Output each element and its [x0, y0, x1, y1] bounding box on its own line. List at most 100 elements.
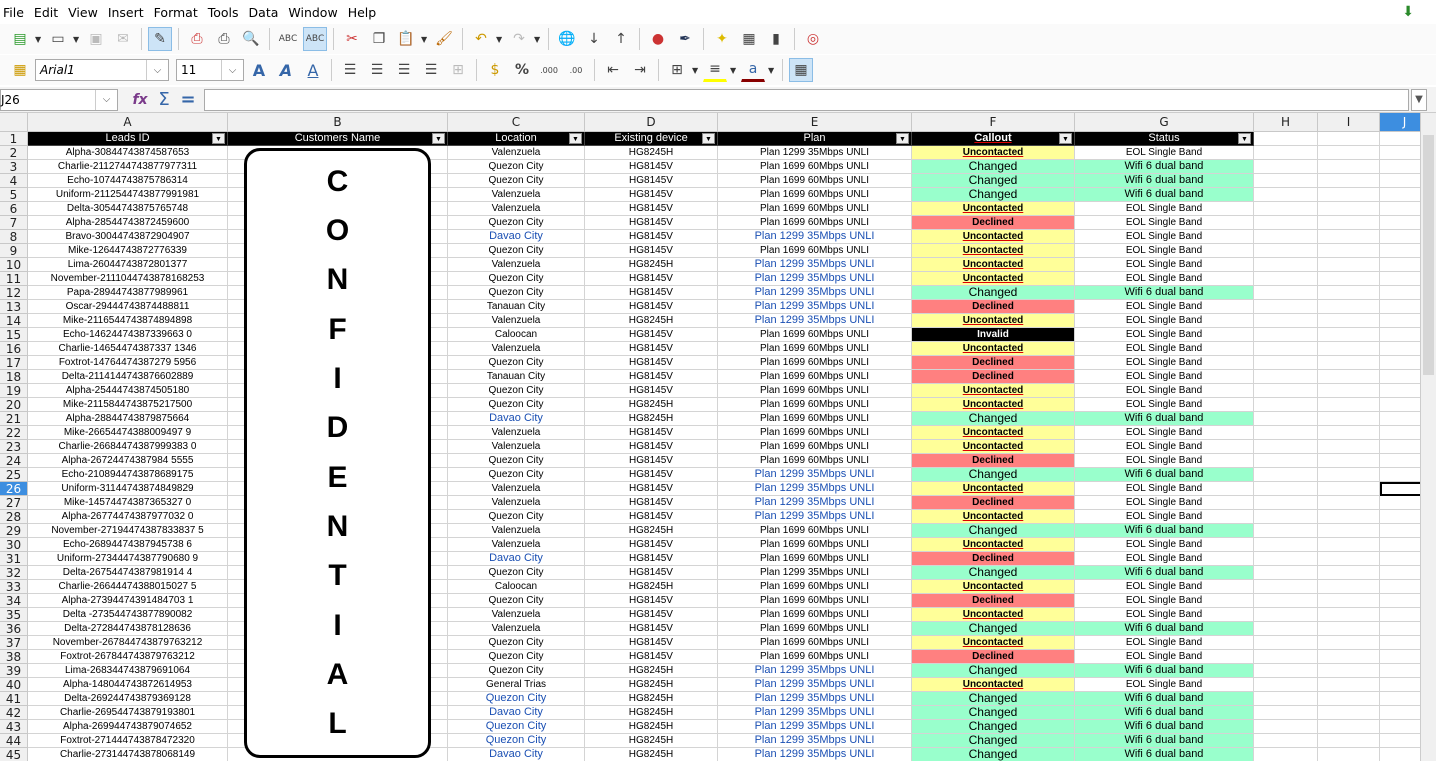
location-cell[interactable]: Quezon City: [448, 650, 585, 664]
empty-cell[interactable]: [1318, 230, 1380, 244]
expand-formula-button[interactable]: ▼: [1411, 88, 1427, 111]
status-cell[interactable]: Wifi 6 dual band: [1075, 524, 1254, 538]
status-cell[interactable]: EOL Single Band: [1075, 258, 1254, 272]
leads-id-cell[interactable]: Echo-10744743875786314: [28, 174, 228, 188]
row-header-11[interactable]: 11: [0, 272, 28, 286]
callout-cell[interactable]: Invalid: [912, 328, 1075, 342]
empty-cell[interactable]: [1254, 188, 1318, 202]
plan-cell[interactable]: Plan 1699 60Mbps UNLI: [718, 244, 912, 258]
location-cell[interactable]: Quezon City: [448, 636, 585, 650]
empty-cell[interactable]: [1254, 160, 1318, 174]
plan-cell[interactable]: Plan 1299 35Mbps UNLI: [718, 566, 912, 580]
empty-cell[interactable]: [1254, 300, 1318, 314]
plan-cell[interactable]: Plan 1299 35Mbps UNLI: [718, 692, 912, 706]
plan-cell[interactable]: Plan 1299 35Mbps UNLI: [718, 664, 912, 678]
row-header-15[interactable]: 15: [0, 328, 28, 342]
location-cell[interactable]: Davao City: [448, 552, 585, 566]
currency-icon[interactable]: $: [483, 58, 507, 82]
location-cell[interactable]: Davao City: [448, 748, 585, 761]
plan-cell[interactable]: Plan 1699 60Mbps UNLI: [718, 356, 912, 370]
menu-edit[interactable]: Edit: [29, 5, 63, 20]
device-cell[interactable]: HG8145V: [585, 538, 718, 552]
device-cell[interactable]: HG8245H: [585, 664, 718, 678]
callout-cell[interactable]: Uncontacted: [912, 678, 1075, 692]
sort-descending-icon[interactable]: ↑: [609, 27, 633, 51]
corner-select-all[interactable]: [0, 113, 28, 132]
status-cell[interactable]: EOL Single Band: [1075, 650, 1254, 664]
plan-cell[interactable]: Plan 1299 35Mbps UNLI: [718, 720, 912, 734]
plan-cell[interactable]: Plan 1299 35Mbps UNLI: [718, 678, 912, 692]
empty-cell[interactable]: [1254, 622, 1318, 636]
email-icon[interactable]: ✉: [111, 27, 135, 51]
empty-cell[interactable]: [1254, 734, 1318, 748]
empty-cell[interactable]: [1380, 272, 1420, 286]
empty-cell[interactable]: [1318, 692, 1380, 706]
empty-cell[interactable]: [1254, 132, 1318, 146]
menu-view[interactable]: View: [63, 5, 103, 20]
empty-cell[interactable]: [1254, 202, 1318, 216]
location-cell[interactable]: Tanauan City: [448, 300, 585, 314]
empty-cell[interactable]: [1380, 426, 1420, 440]
leads-id-cell[interactable]: Delta-269244743879369128: [28, 692, 228, 706]
empty-cell[interactable]: [1318, 216, 1380, 230]
row-header-7[interactable]: 7: [0, 216, 28, 230]
empty-cell[interactable]: [1380, 748, 1420, 761]
empty-cell[interactable]: [1254, 678, 1318, 692]
location-cell[interactable]: Quezon City: [448, 244, 585, 258]
plan-cell[interactable]: Plan 1299 35Mbps UNLI: [718, 272, 912, 286]
empty-cell[interactable]: [1380, 356, 1420, 370]
row-header-33[interactable]: 33: [0, 580, 28, 594]
device-cell[interactable]: HG8145V: [585, 230, 718, 244]
status-cell[interactable]: EOL Single Band: [1075, 146, 1254, 160]
empty-cell[interactable]: [1254, 496, 1318, 510]
empty-cell[interactable]: [1380, 300, 1420, 314]
location-cell[interactable]: Quezon City: [448, 216, 585, 230]
font-color-dropdown-icon[interactable]: ▼: [768, 66, 776, 75]
callout-cell[interactable]: Declined: [912, 300, 1075, 314]
empty-cell[interactable]: [1380, 412, 1420, 426]
status-cell[interactable]: EOL Single Band: [1075, 370, 1254, 384]
empty-cell[interactable]: [1318, 538, 1380, 552]
draw-functions-icon[interactable]: ✒: [673, 27, 697, 51]
location-cell[interactable]: Valenzuela: [448, 608, 585, 622]
callout-cell[interactable]: Changed: [912, 174, 1075, 188]
row-header-21[interactable]: 21: [0, 412, 28, 426]
undo-icon[interactable]: ↶: [469, 27, 493, 51]
row-header-32[interactable]: 32: [0, 566, 28, 580]
device-cell[interactable]: HG8145V: [585, 160, 718, 174]
row-header-39[interactable]: 39: [0, 664, 28, 678]
callout-cell[interactable]: Uncontacted: [912, 314, 1075, 328]
empty-cell[interactable]: [1380, 538, 1420, 552]
location-cell[interactable]: Valenzuela: [448, 146, 585, 160]
align-right-icon[interactable]: ☰: [392, 58, 416, 82]
leads-id-cell[interactable]: Uniform-31144743874849829: [28, 482, 228, 496]
menu-help[interactable]: Help: [343, 5, 382, 20]
location-cell[interactable]: Valenzuela: [448, 342, 585, 356]
plan-cell[interactable]: Plan 1699 60Mbps UNLI: [718, 328, 912, 342]
status-cell[interactable]: Wifi 6 dual band: [1075, 664, 1254, 678]
leads-id-cell[interactable]: Alpha-28544743872459600: [28, 216, 228, 230]
empty-cell[interactable]: [1318, 314, 1380, 328]
empty-cell[interactable]: [1254, 524, 1318, 538]
copy-icon[interactable]: ❐: [367, 27, 391, 51]
row-header-27[interactable]: 27: [0, 496, 28, 510]
callout-cell[interactable]: Uncontacted: [912, 538, 1075, 552]
empty-cell[interactable]: [1318, 356, 1380, 370]
leads-id-cell[interactable]: Echo-14624474387339663 0: [28, 328, 228, 342]
leads-id-cell[interactable]: Charlie-26684474387999383 0: [28, 440, 228, 454]
empty-cell[interactable]: [1318, 468, 1380, 482]
paste-dropdown-icon[interactable]: ▼: [421, 35, 429, 44]
undo-dropdown-icon[interactable]: ▼: [496, 35, 504, 44]
open-icon[interactable]: ▭: [46, 27, 70, 51]
callout-cell[interactable]: Uncontacted: [912, 230, 1075, 244]
callout-cell[interactable]: Changed: [912, 748, 1075, 761]
leads-id-cell[interactable]: Foxtrot-271444743878472320: [28, 734, 228, 748]
empty-cell[interactable]: [1254, 664, 1318, 678]
empty-cell[interactable]: [1254, 706, 1318, 720]
callout-cell[interactable]: Declined: [912, 594, 1075, 608]
status-cell[interactable]: EOL Single Band: [1075, 482, 1254, 496]
empty-cell[interactable]: [1318, 622, 1380, 636]
plan-cell[interactable]: Plan 1299 35Mbps UNLI: [718, 510, 912, 524]
empty-cell[interactable]: [1318, 566, 1380, 580]
row-header-26[interactable]: 26: [0, 482, 28, 496]
